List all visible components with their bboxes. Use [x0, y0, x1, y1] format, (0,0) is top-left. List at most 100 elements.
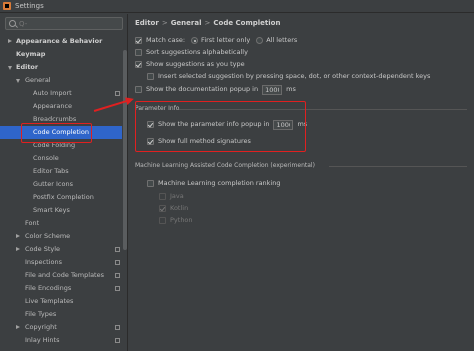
tree-item-label: Postfix Completion: [33, 193, 94, 201]
chevron-right-icon[interactable]: [16, 325, 20, 329]
chevron-right-icon[interactable]: [16, 234, 20, 238]
app-icon: [3, 2, 11, 10]
ml-lang-row: Python: [159, 215, 193, 226]
ml-kotlin-label: Kotlin: [170, 204, 189, 212]
insert-selected-row: Insert selected suggestion by pressing s…: [147, 71, 430, 82]
match-case-checkbox[interactable]: [135, 37, 142, 44]
ml-java-label: Java: [170, 192, 184, 200]
tree-item[interactable]: Color Scheme: [0, 230, 122, 243]
first-letter-radio[interactable]: [191, 37, 199, 44]
tree-item[interactable]: Live Templates: [0, 295, 122, 308]
tree-item[interactable]: Code Style: [0, 243, 122, 256]
project-scope-icon: [115, 273, 120, 278]
insert-selected-label: Insert selected suggestion by pressing s…: [158, 72, 431, 80]
tree-item-label: File and Code Templates: [25, 271, 104, 279]
tree-item-label: File Encodings: [25, 284, 72, 292]
code-completion-highlight: [21, 123, 92, 143]
tree-item[interactable]: Inspections: [0, 256, 122, 269]
tree-item-label: Auto Import: [33, 89, 72, 97]
project-scope-icon: [115, 286, 120, 291]
tree-item[interactable]: Appearance & Behavior: [0, 35, 122, 48]
tree-item-label: Console: [33, 154, 59, 162]
tree-item-label: General: [25, 76, 51, 84]
tree-item[interactable]: Postfix Completion: [0, 191, 122, 204]
project-scope-icon: [115, 325, 120, 330]
tree-item[interactable]: Keymap: [0, 48, 122, 61]
tree-item-label: Smart Keys: [33, 206, 70, 214]
param-info-highlight: [135, 101, 306, 152]
show-as-you-type-row: Show suggestions as you type: [135, 59, 245, 70]
tree-item[interactable]: Console: [0, 152, 122, 165]
search-icon: [9, 20, 16, 27]
settings-search[interactable]: [5, 17, 123, 30]
tree-item-label: Keymap: [16, 50, 46, 58]
sidebar-scrollbar[interactable]: [123, 50, 127, 250]
doc-popup-row: Show the documentation popup in ms: [135, 84, 296, 95]
tree-item[interactable]: File Types: [0, 308, 122, 321]
doc-popup-delay-input[interactable]: [262, 84, 283, 95]
settings-content: Editor > General > Code Completion Match cas…: [129, 14, 474, 351]
tree-item[interactable]: Editor: [0, 61, 122, 74]
breadcrumb-separator: >: [161, 19, 168, 27]
match-case-row: Match case: First letter only All letter…: [135, 35, 297, 46]
tree-item-label: Copyright: [25, 323, 57, 331]
sort-alpha-row: Sort suggestions alphabetically: [135, 47, 248, 58]
first-letter-label: First letter only: [201, 36, 251, 44]
tree-item[interactable]: File Encodings: [0, 282, 122, 295]
show-as-you-type-checkbox[interactable]: [135, 61, 142, 68]
all-letters-label: All letters: [266, 36, 298, 44]
tree-item-label: Appearance & Behavior: [16, 37, 103, 45]
doc-popup-ms: ms: [286, 85, 296, 93]
ml-kotlin-checkbox[interactable]: [159, 205, 166, 212]
ml-lang-row: Java: [159, 191, 184, 202]
breadcrumb-separator: >: [204, 19, 211, 27]
ml-ranking-row: Machine Learning completion ranking: [147, 178, 280, 189]
project-scope-icon: [115, 260, 120, 265]
chevron-down-icon[interactable]: [16, 79, 20, 83]
tree-item-label: Code Style: [25, 245, 61, 253]
divider: [329, 166, 467, 167]
settings-tree: Appearance & Behavior Keymap Editor General…: [0, 35, 122, 347]
tree-item[interactable]: Font: [0, 217, 122, 230]
breadcrumb-general[interactable]: General: [171, 19, 202, 27]
all-letters-radio[interactable]: [256, 37, 264, 44]
ml-ranking-checkbox[interactable]: [147, 180, 154, 187]
ml-lang-row: Kotlin: [159, 203, 188, 214]
search-input[interactable]: [19, 19, 119, 29]
tree-item[interactable]: Smart Keys: [0, 204, 122, 217]
ml-python-checkbox[interactable]: [159, 217, 166, 224]
tree-item-label: Font: [25, 219, 40, 227]
tree-item-label: Editor: [16, 63, 39, 71]
doc-popup-checkbox[interactable]: [135, 86, 142, 93]
tree-item-label: Inlay Hints: [25, 336, 60, 344]
show-as-you-type-label: Show suggestions as you type: [146, 60, 245, 68]
ml-ranking-label: Machine Learning completion ranking: [158, 179, 281, 187]
tree-item[interactable]: Editor Tabs: [0, 165, 122, 178]
chevron-right-icon[interactable]: [16, 247, 20, 251]
project-scope-icon: [115, 91, 120, 96]
tree-item[interactable]: Inlay Hints: [0, 334, 122, 347]
match-case-label: Match case:: [146, 36, 186, 44]
breadcrumb-code-completion: Code Completion: [213, 19, 281, 27]
tree-item-label: Live Templates: [25, 297, 74, 305]
tree-item-label: Editor Tabs: [33, 167, 69, 175]
sort-alpha-checkbox[interactable]: [135, 49, 142, 56]
tree-item-label: Gutter Icons: [33, 180, 73, 188]
tree-item[interactable]: Gutter Icons: [0, 178, 122, 191]
title-bar: Settings: [0, 0, 474, 13]
breadcrumb-editor[interactable]: Editor: [135, 19, 159, 27]
insert-selected-checkbox[interactable]: [147, 73, 154, 80]
project-scope-icon: [115, 247, 120, 252]
ml-title: Machine Learning Assisted Code Completio…: [135, 162, 315, 169]
ml-java-checkbox[interactable]: [159, 193, 166, 200]
ml-python-label: Python: [170, 216, 193, 224]
window-title: Settings: [15, 2, 44, 10]
tree-item[interactable]: Copyright: [0, 321, 122, 334]
project-scope-icon: [115, 338, 120, 343]
chevron-down-icon[interactable]: [8, 66, 12, 70]
doc-popup-label: Show the documentation popup in: [146, 85, 259, 93]
tree-item[interactable]: General: [0, 74, 122, 87]
chevron-right-icon[interactable]: [8, 39, 12, 43]
tree-item[interactable]: File and Code Templates: [0, 269, 122, 282]
tree-item[interactable]: Auto Import: [0, 87, 122, 100]
